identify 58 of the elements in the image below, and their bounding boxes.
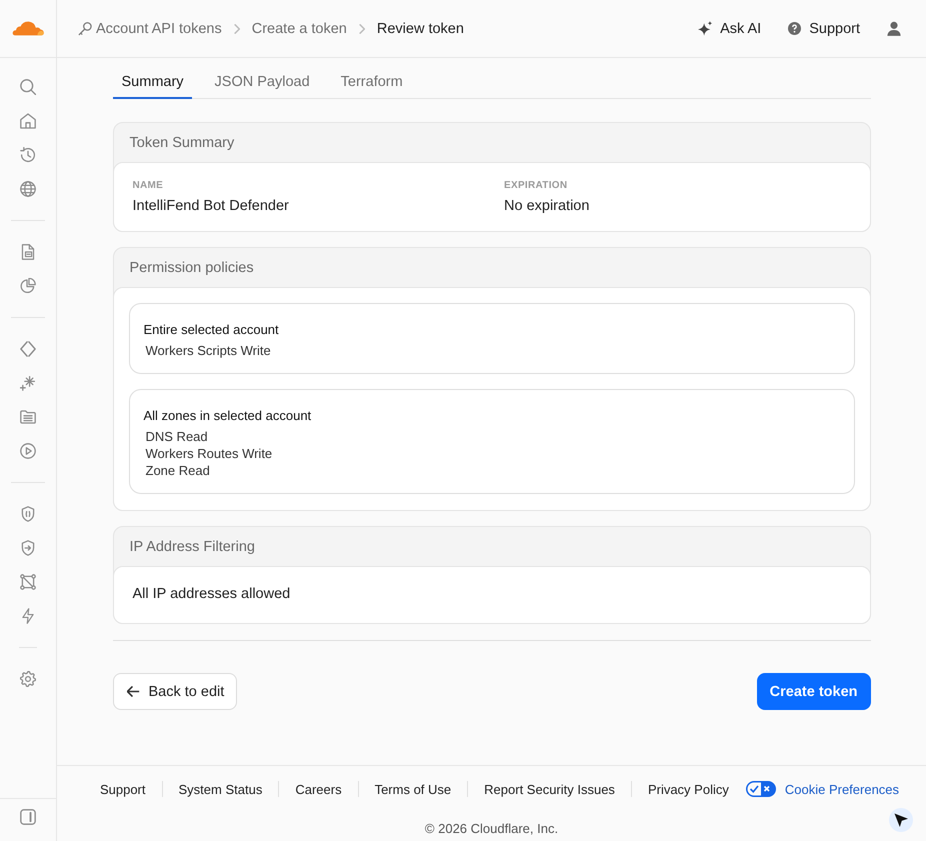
card-title: Permission policies [128, 258, 255, 278]
field-value: No expiration [504, 198, 590, 215]
footer-link[interactable]: Terms of Use [374, 782, 452, 796]
cursor-icon [889, 808, 913, 832]
permission-item: Zone Read [144, 462, 211, 479]
cookie-preferences-link[interactable]: Cookie Preferences [784, 782, 900, 796]
home-icon[interactable] [20, 113, 36, 129]
shield-icon[interactable] [20, 506, 36, 522]
back-button[interactable]: Back to edit [112, 673, 238, 710]
footer-link[interactable]: System Status [178, 782, 262, 796]
breadcrumb-item[interactable]: Create a token [252, 20, 347, 36]
chevron-icon [234, 24, 240, 34]
bolt-icon[interactable] [20, 608, 36, 624]
create-token-button[interactable]: Create token [756, 673, 870, 710]
breadcrumb-item[interactable]: Account API tokens [96, 20, 222, 36]
footer-link[interactable]: Support [100, 782, 146, 796]
history-icon[interactable] [20, 147, 36, 163]
nodes-icon[interactable] [20, 574, 36, 590]
tab[interactable]: Terraform [332, 66, 411, 99]
folder-icon[interactable] [20, 409, 36, 425]
footer-link[interactable]: Careers [295, 782, 342, 796]
tab[interactable]: JSON Payload [206, 66, 318, 99]
pie-chart-icon[interactable] [20, 278, 36, 294]
settings-icon[interactable] [20, 671, 36, 687]
shield-arrow-icon[interactable] [20, 540, 36, 556]
user-icon[interactable] [887, 21, 901, 36]
permission-item: Workers Scripts Write [144, 342, 272, 359]
copyright-text: © 2026 Cloudflare, Inc. [424, 821, 560, 837]
field-value: IntelliFend Bot Defender [132, 198, 290, 215]
footer-link[interactable]: Report Security Issues [484, 782, 615, 796]
tab[interactable]: Summary [112, 66, 192, 99]
sparkle-icon[interactable] [20, 375, 36, 391]
globe-icon[interactable] [20, 181, 36, 197]
code-icon[interactable] [20, 341, 36, 357]
arrow-left-icon [126, 686, 140, 697]
search-icon[interactable] [20, 79, 36, 95]
breadcrumb-item: Review token [376, 20, 464, 36]
field-label: EXPIRATION [504, 180, 568, 192]
sparkle-icon [698, 21, 714, 36]
support-button[interactable]: Support [788, 20, 860, 36]
footer-link[interactable]: Privacy Policy [648, 782, 729, 796]
document-icon[interactable] [20, 244, 36, 260]
card-title: Token Summary [128, 134, 236, 152]
card-title: IP Address Filtering [128, 538, 256, 556]
policy-scope: Entire selected account [144, 322, 280, 338]
key-icon [78, 22, 92, 36]
cloud-icon[interactable] [12, 20, 44, 36]
chevron-icon [358, 24, 365, 34]
ask-ai-button[interactable]: Ask AI [698, 20, 762, 36]
toggle-icon[interactable] [746, 781, 776, 797]
play-circle-icon[interactable] [20, 443, 36, 459]
policy-scope: All zones in selected account [144, 408, 312, 424]
sidebar-toggle-icon[interactable] [20, 809, 36, 825]
help-icon [788, 22, 802, 35]
permission-item: DNS Read [144, 428, 209, 445]
permission-item: Workers Routes Write [144, 445, 274, 462]
ip-filter-text: All IP addresses allowed [132, 586, 292, 603]
field-label: NAME [132, 180, 164, 192]
